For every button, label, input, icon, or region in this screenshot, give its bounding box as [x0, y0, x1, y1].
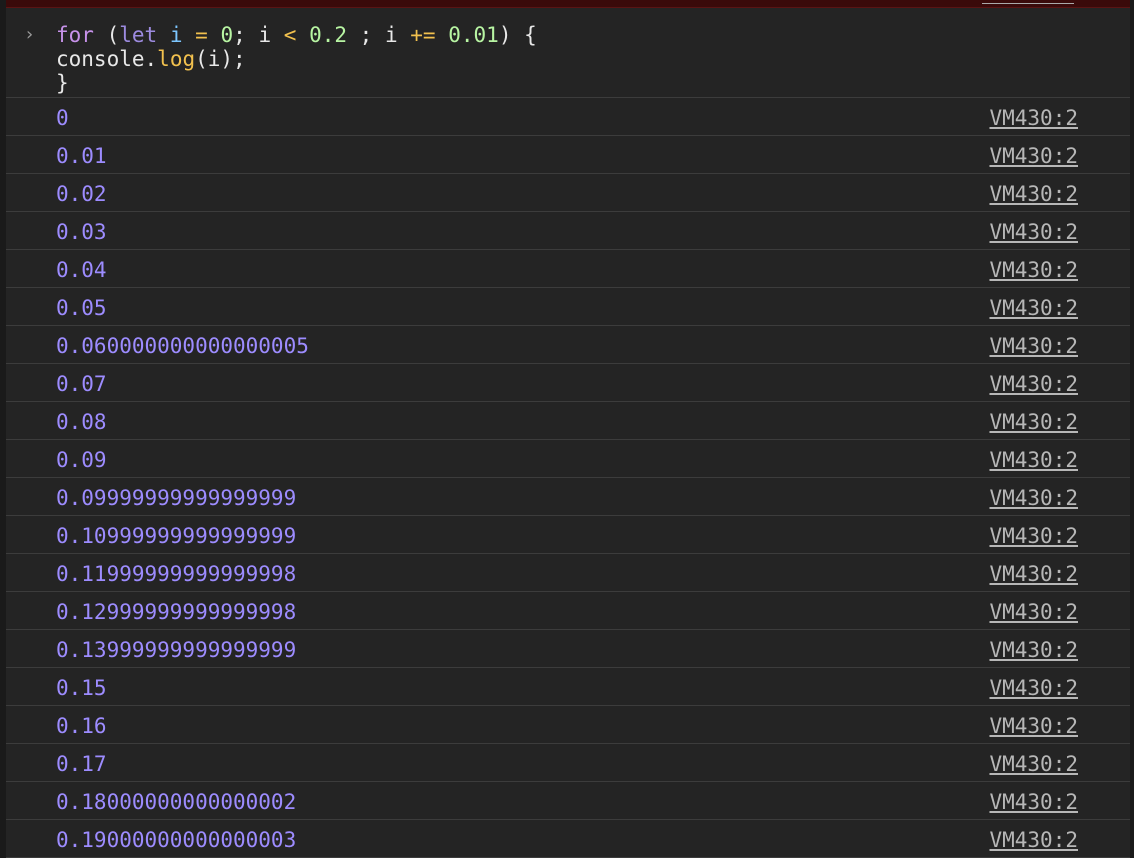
console-log-row: 0.05 VM430:2 — [6, 288, 1130, 326]
code-line-3: } — [56, 71, 1130, 95]
code-line-1: for (let i = 0; i < 0.2 ; i += 0.01) { — [56, 23, 1130, 47]
source-link[interactable]: VM430:2 — [989, 600, 1078, 624]
console-log-row: 0.07 VM430:2 — [6, 364, 1130, 402]
source-link[interactable]: VM430:2 — [989, 410, 1078, 434]
variable-i-2: i — [258, 23, 272, 47]
log-value: 0.10999999999999999 — [56, 524, 297, 548]
source-link[interactable]: VM430:2 — [989, 334, 1078, 358]
console-input-entry[interactable]: › for (let i = 0; i < 0.2 ; i += 0.01) {… — [6, 8, 1130, 98]
source-link[interactable]: VM430:2 — [989, 106, 1078, 130]
log-value: 0.04 — [56, 258, 107, 282]
source-link[interactable]: VM430:2 — [989, 220, 1078, 244]
log-value: 0.09 — [56, 448, 107, 472]
brace-close: } — [56, 71, 69, 95]
previous-error-message-strip — [6, 0, 1130, 8]
code-line-2: console.log(i); — [56, 47, 1130, 71]
source-link[interactable]: VM430:2 — [989, 524, 1078, 548]
log-value: 0.19000000000000003 — [56, 828, 297, 852]
source-link[interactable]: VM430:2 — [989, 638, 1078, 662]
source-link[interactable]: VM430:2 — [989, 182, 1078, 206]
console-log-row: 0 VM430:2 — [6, 98, 1130, 136]
source-link[interactable]: VM430:2 — [989, 790, 1078, 814]
operator-add-assign: += — [410, 23, 436, 47]
console-log-row: 0.09 VM430:2 — [6, 440, 1130, 478]
console-log-list: 0 VM430:2 0.01 VM430:2 0.02 VM430:2 0.03 VM430:… — [6, 98, 1130, 858]
operator-assign: = — [195, 23, 208, 47]
source-link[interactable]: VM430:2 — [989, 296, 1078, 320]
previous-source-link-fragment — [982, 0, 1074, 4]
chevron-right-icon: › — [24, 24, 35, 45]
console-log-row: 0.04 VM430:2 — [6, 250, 1130, 288]
log-value: 0.02 — [56, 182, 107, 206]
source-link[interactable]: VM430:2 — [989, 562, 1078, 586]
source-link[interactable]: VM430:2 — [989, 144, 1078, 168]
console-log-row: 0.10999999999999999 VM430:2 — [6, 516, 1130, 554]
variable-i: i — [169, 23, 183, 47]
source-link[interactable]: VM430:2 — [989, 258, 1078, 282]
semicolon-2: ; — [359, 23, 373, 47]
console-log-row: 0.13999999999999999 VM430:2 — [6, 630, 1130, 668]
log-value: 0.13999999999999999 — [56, 638, 297, 662]
source-link[interactable]: VM430:2 — [989, 676, 1078, 700]
console-log-row: 0.03 VM430:2 — [6, 212, 1130, 250]
paren-close: ) — [498, 23, 512, 47]
source-link[interactable]: VM430:2 — [989, 828, 1078, 852]
log-method: log — [157, 47, 196, 71]
log-value: 0.15 — [56, 676, 107, 700]
log-value: 0.12999999999999998 — [56, 600, 297, 624]
log-value: 0.18000000000000002 — [56, 790, 297, 814]
console-log-row: 0.09999999999999999 VM430:2 — [6, 478, 1130, 516]
console-log-row: 0.02 VM430:2 — [6, 174, 1130, 212]
operator-less-than: < — [283, 23, 297, 47]
paren-open: ( — [106, 23, 120, 47]
log-value: 0.060000000000000005 — [56, 334, 309, 358]
log-value: 0.03 — [56, 220, 107, 244]
source-link[interactable]: VM430:2 — [989, 372, 1078, 396]
console-log-row: 0.12999999999999998 VM430:2 — [6, 592, 1130, 630]
number-zero: 0 — [220, 23, 234, 47]
log-value: 0.09999999999999999 — [56, 486, 297, 510]
variable-i-3: i — [384, 23, 398, 47]
log-value: 0.16 — [56, 714, 107, 738]
log-value: 0.01 — [56, 144, 107, 168]
log-value: 0 — [56, 106, 69, 130]
log-value: 0.05 — [56, 296, 107, 320]
log-value: 0.07 — [56, 372, 107, 396]
console-log-row: 0.060000000000000005 VM430:2 — [6, 326, 1130, 364]
keyword-for: for — [56, 23, 94, 47]
console-log-row: 0.01 VM430:2 — [6, 136, 1130, 174]
source-link[interactable]: VM430:2 — [989, 486, 1078, 510]
console-log-row: 0.18000000000000002 VM430:2 — [6, 782, 1130, 820]
dot: . — [144, 47, 158, 71]
number-limit: 0.2 — [309, 23, 347, 47]
console-log-row: 0.16 VM430:2 — [6, 706, 1130, 744]
source-link[interactable]: VM430:2 — [989, 714, 1078, 738]
semicolon-1: ; — [233, 23, 246, 47]
console-log-row: 0.15 VM430:2 — [6, 668, 1130, 706]
number-step: 0.01 — [448, 23, 499, 47]
source-link[interactable]: VM430:2 — [989, 752, 1078, 776]
console-log-row: 0.11999999999999998 VM430:2 — [6, 554, 1130, 592]
log-value: 0.11999999999999998 — [56, 562, 297, 586]
console-object: console — [56, 47, 145, 71]
devtools-console: › for (let i = 0; i < 0.2 ; i += 0.01) {… — [0, 0, 1134, 858]
log-args: (i); — [195, 47, 246, 71]
source-link[interactable]: VM430:2 — [989, 448, 1078, 472]
log-value: 0.08 — [56, 410, 107, 434]
console-log-row: 0.17 VM430:2 — [6, 744, 1130, 782]
console-log-row: 0.19000000000000003 VM430:2 — [6, 820, 1130, 858]
keyword-let: let — [119, 23, 158, 47]
console-log-row: 0.08 VM430:2 — [6, 402, 1130, 440]
brace-open: { — [524, 23, 537, 47]
log-value: 0.17 — [56, 752, 107, 776]
